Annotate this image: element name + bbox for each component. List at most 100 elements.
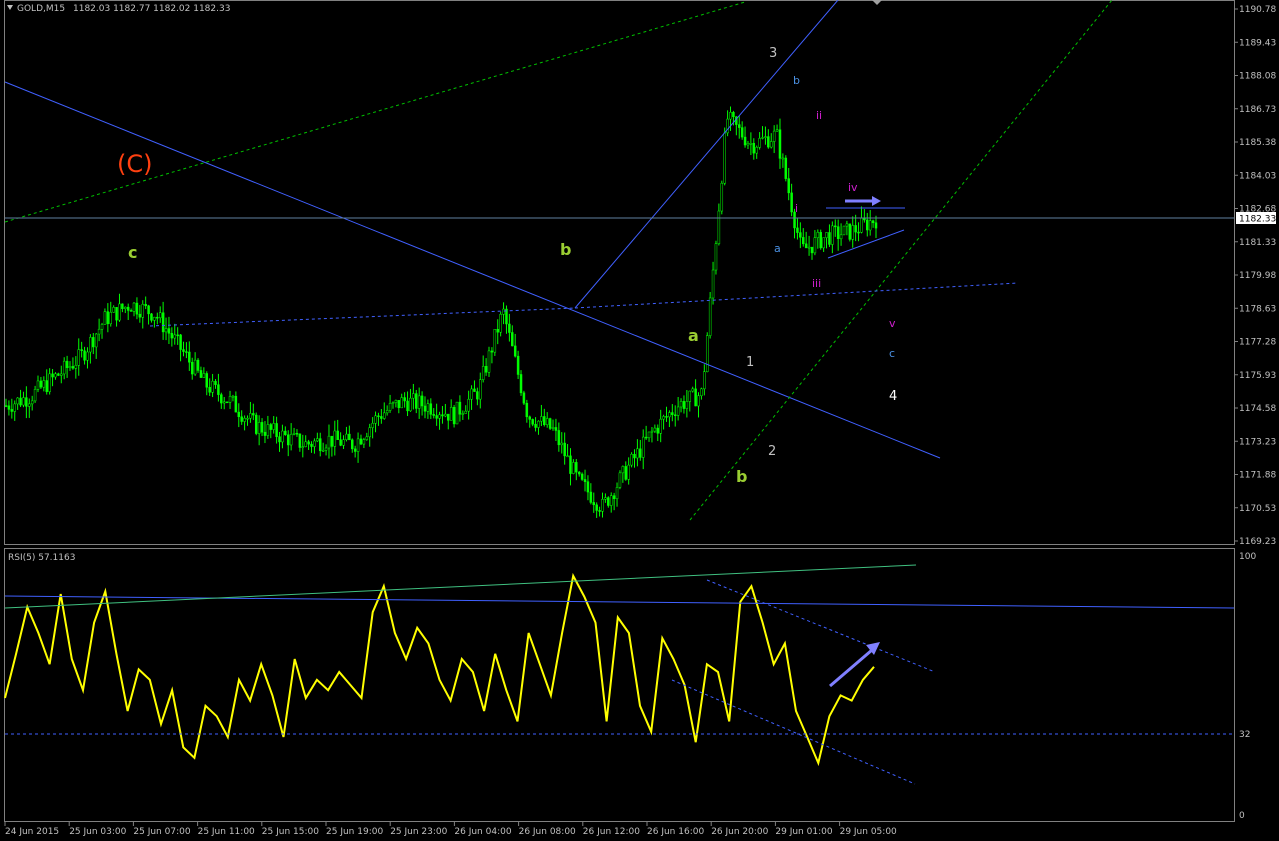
candle-body	[51, 373, 54, 378]
candle-body	[385, 410, 389, 414]
wave-label: b	[736, 467, 747, 486]
candle-body	[348, 433, 351, 441]
candle-body	[673, 414, 677, 417]
candle-body	[467, 398, 470, 412]
candle-body	[458, 401, 462, 415]
candle-body	[650, 430, 654, 433]
candle-body	[295, 433, 299, 435]
candle-body	[429, 403, 433, 415]
candle-body	[237, 411, 241, 418]
candle-body	[775, 129, 779, 132]
candle-body	[767, 136, 770, 148]
candle-body	[572, 462, 575, 474]
candle-body	[193, 359, 197, 375]
candle-body	[77, 349, 80, 366]
wave-label: a	[688, 326, 699, 345]
candle-body	[153, 316, 156, 321]
candle-body	[289, 434, 293, 446]
candle-body	[694, 388, 697, 407]
wave-label: c	[889, 347, 895, 360]
trading-chart[interactable]: GOLD,M15 1182.03 1182.77 1182.02 1182.33…	[0, 0, 1279, 841]
candle-body	[345, 433, 348, 440]
candle-body	[740, 127, 744, 138]
price-tick-label: 1177.28	[1239, 338, 1276, 348]
wave-label: iv	[848, 181, 858, 194]
candle-body	[394, 400, 398, 403]
candle-body	[19, 397, 22, 406]
candle-body	[825, 232, 828, 238]
candle-body	[537, 420, 540, 428]
candle-body	[60, 373, 63, 376]
candle-body	[54, 373, 57, 378]
candle-body	[604, 497, 607, 500]
candle-body	[141, 303, 145, 318]
price-tick-label: 1179.98	[1239, 271, 1276, 281]
candle-body	[513, 345, 517, 357]
candle-body	[874, 222, 878, 229]
candle-body	[461, 413, 465, 415]
candle-body	[115, 307, 118, 321]
candle-body	[772, 130, 776, 142]
price-tick-label: 1178.63	[1239, 304, 1276, 314]
candle-body	[412, 393, 415, 399]
candle-body	[644, 436, 648, 439]
rsi-tick: 0	[1239, 811, 1245, 821]
candle-body	[62, 360, 66, 375]
wave-label: 4	[889, 389, 897, 404]
ohlc-label: 1182.03 1182.77 1182.02 1182.33	[73, 4, 230, 14]
candle-body	[665, 416, 668, 418]
candle-body	[423, 405, 427, 412]
wave-label: v	[889, 317, 896, 330]
price-tick-label: 1175.93	[1239, 371, 1276, 381]
candle-body	[839, 234, 843, 240]
candle-body	[179, 334, 182, 350]
candle-body	[560, 442, 564, 446]
candle-body	[804, 243, 808, 249]
candle-body	[831, 225, 834, 245]
candle-body	[566, 455, 569, 458]
candle-body	[493, 329, 497, 353]
candle-body	[199, 370, 203, 378]
candle-body	[770, 141, 773, 148]
candle-body	[400, 397, 403, 409]
candle-body	[161, 312, 165, 333]
candle-body	[336, 430, 339, 440]
candle-body	[729, 112, 732, 120]
candle-body	[103, 311, 107, 325]
wave-label: ii	[816, 109, 822, 122]
candle-body	[278, 436, 281, 443]
candle-body	[260, 422, 264, 433]
candle-body	[639, 448, 642, 458]
candle-body	[275, 423, 278, 437]
candle-body	[30, 400, 34, 405]
candle-body	[528, 416, 531, 420]
candle-body	[781, 157, 785, 160]
time-tick-label: 25 Jun 11:00	[198, 827, 255, 837]
candle-body	[633, 454, 636, 459]
candle-body	[374, 415, 377, 424]
candle-body	[33, 389, 37, 402]
candle-body	[89, 337, 92, 353]
candle-body	[502, 308, 505, 315]
candle-body	[356, 438, 360, 452]
candle-body	[432, 414, 435, 416]
candle-body	[703, 371, 706, 390]
candle-body	[807, 246, 811, 249]
candle-body	[857, 231, 860, 234]
candle-body	[65, 360, 69, 369]
candle-body	[304, 441, 307, 447]
candle-body	[592, 502, 596, 506]
candle-body	[601, 499, 604, 512]
candle-body	[866, 219, 869, 231]
candle-body	[543, 416, 546, 425]
candle-body	[598, 510, 601, 512]
time-tick-label: 26 Jun 04:00	[454, 827, 511, 837]
current-price-tag: 1182.33	[1236, 212, 1276, 225]
candle-body	[324, 447, 328, 451]
candle-body	[473, 388, 476, 392]
candle-body	[16, 397, 19, 405]
candle-body	[764, 136, 767, 138]
candle-body	[662, 416, 665, 420]
candle-body	[607, 497, 610, 506]
time-tick-label: 25 Jun 15:00	[262, 827, 319, 837]
